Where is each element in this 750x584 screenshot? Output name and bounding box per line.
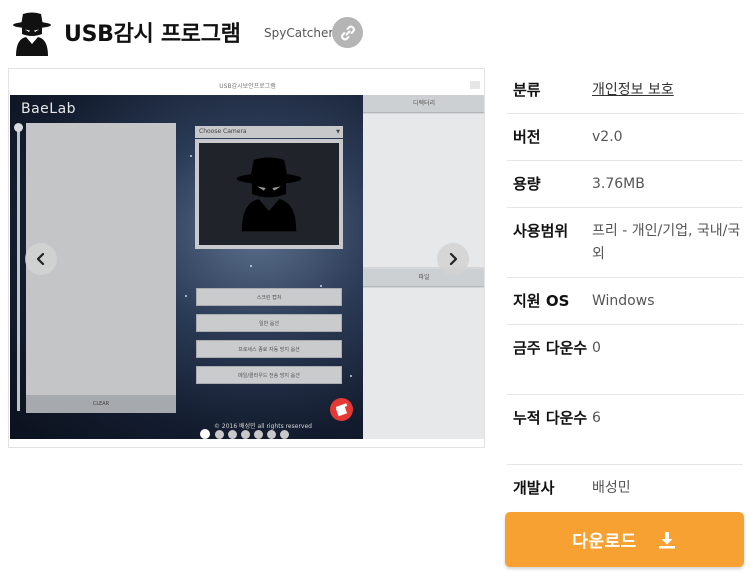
window-titlebar: USB감시보안프로그램 bbox=[9, 69, 484, 95]
carousel-dot[interactable] bbox=[280, 430, 289, 439]
carousel-prev-button[interactable] bbox=[25, 243, 57, 275]
info-row-version: 버전 v2.0 bbox=[507, 114, 743, 161]
window-title: USB감시보안프로그램 bbox=[219, 83, 276, 90]
app-general-options-button: 일반 옵션 bbox=[196, 314, 342, 332]
window-control bbox=[470, 81, 480, 89]
app-copyright: © 2016 배성민 all rights reserved bbox=[214, 423, 312, 430]
category-link[interactable]: 개인정보 보호 bbox=[592, 79, 742, 102]
share-link-button[interactable] bbox=[332, 17, 363, 48]
chevron-left-icon bbox=[36, 252, 45, 266]
directory-header: 디렉터리 bbox=[363, 95, 484, 113]
link-icon bbox=[340, 25, 355, 40]
camera-select-label: Choose Camera bbox=[199, 128, 247, 135]
carousel-dot[interactable] bbox=[241, 430, 250, 439]
info-label: 용량 bbox=[513, 175, 541, 193]
download-button[interactable]: 다운로드 bbox=[505, 512, 744, 567]
info-value: 배성민 bbox=[592, 480, 631, 496]
file-header: 파일 bbox=[363, 269, 484, 287]
info-value: 프리 - 개인/기업, 국내/국외 bbox=[592, 223, 741, 262]
info-label: 금주 다운수 bbox=[513, 339, 588, 357]
app-screen-capture-button: 스크린 캡쳐 bbox=[196, 288, 342, 306]
carousel-dot[interactable] bbox=[228, 430, 237, 439]
app-process-option-button: 프로세스 종료 자동 방지 옵션 bbox=[196, 340, 342, 358]
app-brand: BaeLab bbox=[21, 101, 77, 117]
carousel-dot[interactable] bbox=[254, 430, 263, 439]
app-slider-thumb bbox=[14, 123, 23, 132]
info-label: 누적 다운수 bbox=[513, 409, 588, 427]
app-camera-preview bbox=[195, 139, 343, 249]
info-value: 0 bbox=[592, 340, 601, 356]
info-label: 버전 bbox=[513, 128, 541, 146]
info-value: 6 bbox=[592, 410, 601, 426]
app-slider-track bbox=[17, 125, 20, 411]
dropdown-arrow-icon: ▼ bbox=[336, 129, 340, 135]
download-label: 다운로드 bbox=[572, 532, 637, 552]
info-value: Windows bbox=[592, 293, 655, 309]
chevron-right-icon bbox=[449, 252, 458, 266]
app-spy-icon bbox=[12, 12, 52, 56]
carousel-dot[interactable] bbox=[267, 430, 276, 439]
carousel-next-button[interactable] bbox=[437, 243, 469, 275]
info-label: 개발사 bbox=[513, 479, 555, 497]
info-value: 3.76MB bbox=[592, 176, 645, 192]
developer-name: SpyCatcher bbox=[264, 26, 334, 40]
info-row-size: 용량 3.76MB bbox=[507, 161, 743, 208]
info-value: v2.0 bbox=[592, 129, 623, 145]
app-mail-option-button: 메일/클라우드 전송 방지 옵션 bbox=[196, 366, 342, 384]
gift-badge-icon bbox=[330, 398, 353, 421]
info-row-category: 분류 개인정보 보호 bbox=[507, 68, 743, 114]
app-screenshot: USB감시보안프로그램 BaeLab CLEAR Choose Camera ▼ bbox=[9, 69, 484, 447]
directory-list bbox=[363, 114, 484, 267]
app-clear-button: CLEAR bbox=[26, 395, 176, 413]
info-row-developer: 개발사 배성민 bbox=[507, 465, 743, 509]
info-row-os: 지원 OS Windows bbox=[507, 278, 743, 325]
screenshot-carousel[interactable]: USB감시보안프로그램 BaeLab CLEAR Choose Camera ▼ bbox=[8, 68, 485, 448]
app-camera-select: Choose Camera ▼ bbox=[195, 126, 343, 138]
page-title: USB감시 프로그램 bbox=[64, 22, 241, 47]
info-label: 지원 OS bbox=[513, 292, 570, 310]
info-row-total-downloads: 누적 다운수 6 bbox=[507, 395, 743, 465]
carousel-dot[interactable] bbox=[215, 430, 224, 439]
info-row-license: 사용범위 프리 - 개인/기업, 국내/국외 bbox=[507, 208, 743, 278]
info-row-weekly-downloads: 금주 다운수 0 bbox=[507, 325, 743, 395]
file-list bbox=[363, 288, 484, 439]
download-icon bbox=[658, 531, 675, 548]
info-label: 분류 bbox=[513, 81, 541, 99]
info-label: 사용범위 bbox=[513, 222, 569, 240]
spy-silhouette-icon bbox=[236, 157, 302, 232]
carousel-dot[interactable] bbox=[200, 429, 210, 439]
app-background: BaeLab CLEAR Choose Camera ▼ 스크린 캡쳐 일반 옵… bbox=[10, 95, 363, 439]
